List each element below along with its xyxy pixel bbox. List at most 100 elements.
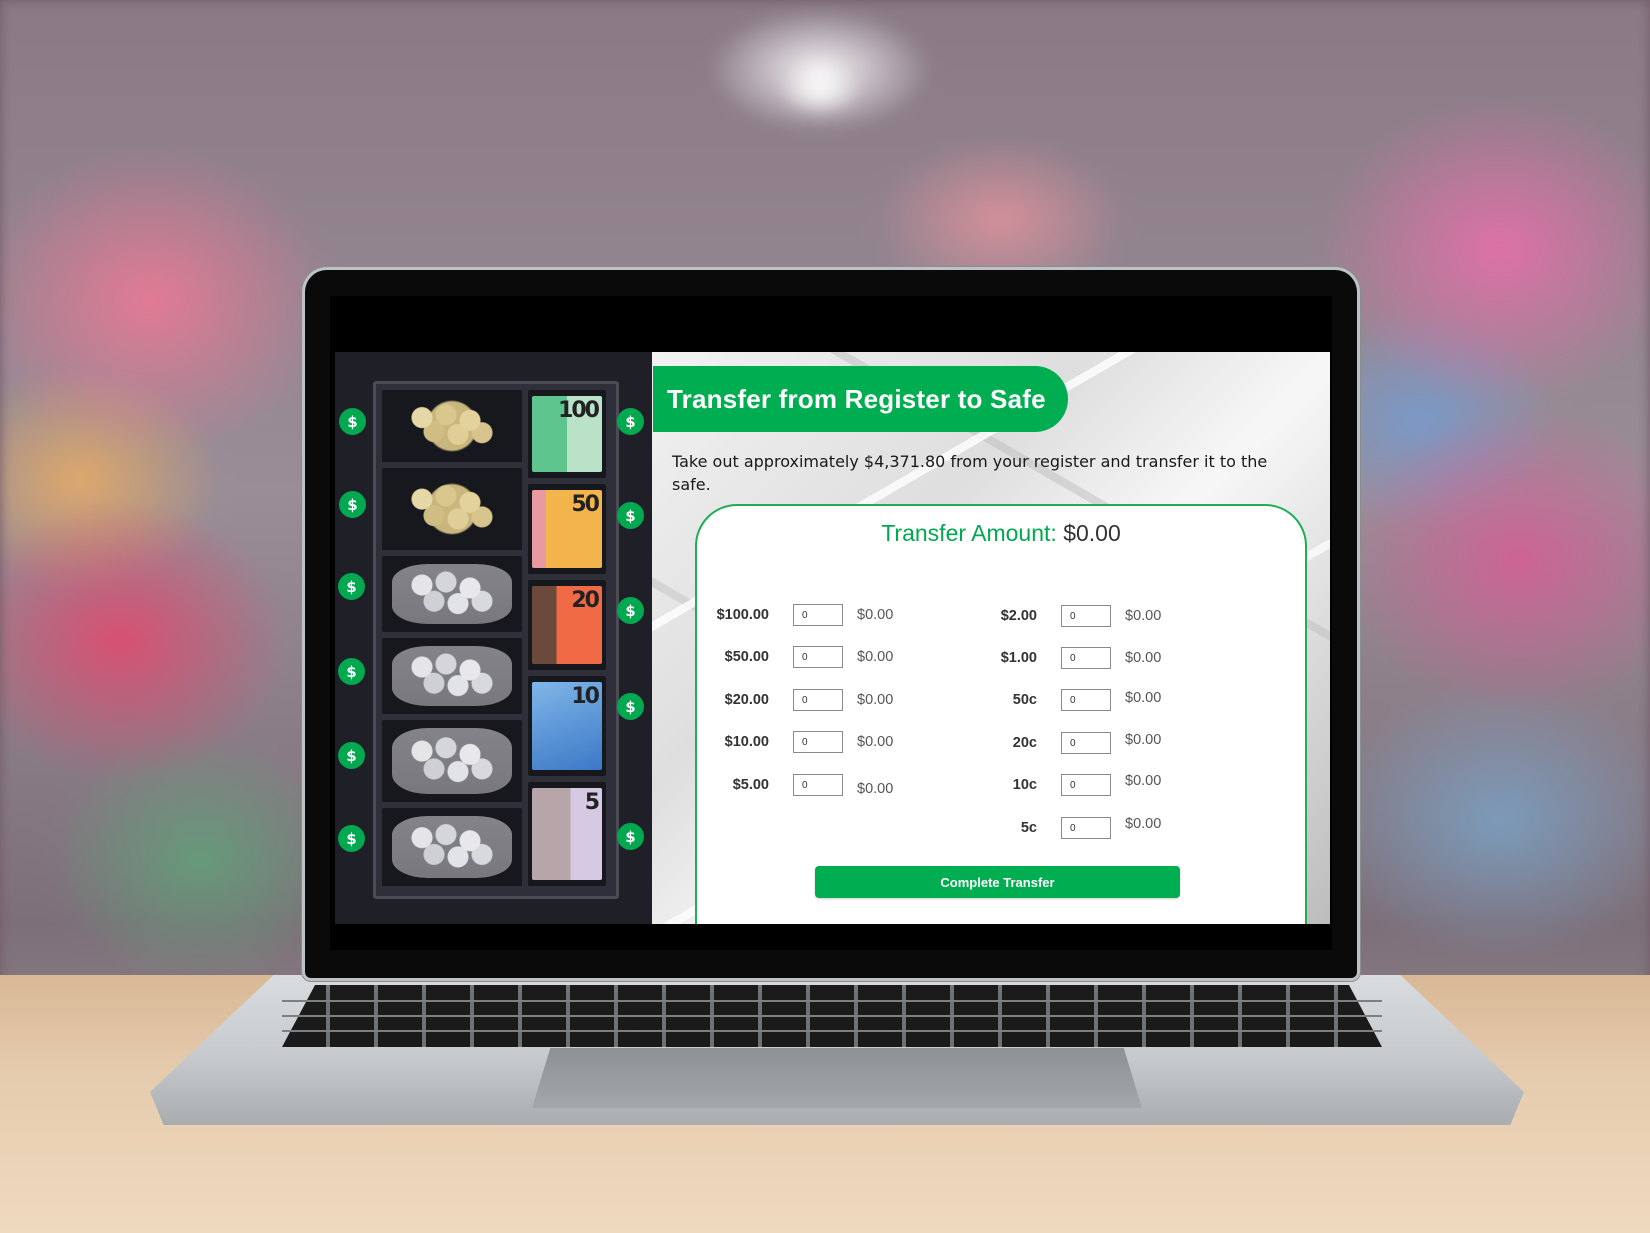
dollar-icon: $ xyxy=(625,601,636,620)
dollar-icon: $ xyxy=(625,506,636,525)
keyboard-row-divider xyxy=(282,1015,1382,1017)
app-window: 100 50 20 10 5 $ $ $ $ $ $ $ $ $ $ $ Tra… xyxy=(335,352,1330,924)
denomination-label: $5.00 xyxy=(732,777,769,793)
quantity-input-10c[interactable] xyxy=(1061,774,1111,796)
denomination-subtotal: $0.00 xyxy=(1125,650,1162,666)
coin-pile xyxy=(392,646,512,706)
denomination-subtotal: $0.00 xyxy=(857,692,894,708)
quantity-input-20c[interactable] xyxy=(1061,732,1111,754)
add-coin-50c-button[interactable]: $ xyxy=(338,573,365,600)
dollar-icon: $ xyxy=(625,412,636,431)
complete-transfer-button[interactable]: Complete Transfer xyxy=(815,866,1180,898)
dollar-icon: $ xyxy=(347,495,358,514)
add-coin-20c-button[interactable]: $ xyxy=(338,658,365,685)
add-coin-10c-button[interactable]: $ xyxy=(338,742,365,769)
quantity-input-5[interactable] xyxy=(793,774,843,796)
coin-slot-50c[interactable] xyxy=(382,556,522,632)
denomination-subtotal: $0.00 xyxy=(1125,816,1162,832)
denomination-subtotal: $0.00 xyxy=(1125,732,1162,748)
transfer-amount-value: $0.00 xyxy=(1063,520,1121,546)
denomination-row-2-dollar: $2.00 $0.00 xyxy=(967,603,1161,629)
denomination-row-1-dollar: $1.00 $0.00 xyxy=(967,645,1161,671)
quantity-input-10[interactable] xyxy=(793,731,843,753)
denomination-label: $20.00 xyxy=(724,692,769,708)
coin-slot-10c[interactable] xyxy=(382,720,522,802)
quantity-input-2-dollar[interactable] xyxy=(1061,605,1111,627)
quantity-input-100[interactable] xyxy=(793,604,843,626)
denomination-label: 5c xyxy=(1020,820,1037,836)
note-slot-100[interactable]: 100 xyxy=(528,390,606,478)
coin-pile xyxy=(392,564,512,624)
denomination-subtotal: $0.00 xyxy=(1125,608,1162,624)
denomination-row-10: $10.00 $0.00 xyxy=(699,729,893,755)
banknote-10: 10 xyxy=(532,682,602,770)
add-note-50-button[interactable]: $ xyxy=(617,502,644,529)
quantity-input-1-dollar[interactable] xyxy=(1061,647,1111,669)
transfer-card: Transfer Amount: $0.00 $100.00 $0.00 $50… xyxy=(695,504,1307,924)
denomination-row-5: $5.00 $0.00 xyxy=(699,772,893,798)
cash-drawer: 100 50 20 10 5 xyxy=(373,381,619,899)
transfer-amount-heading: Transfer Amount: $0.00 xyxy=(697,520,1305,547)
banknote-value: 10 xyxy=(571,684,600,709)
add-coin-1-dollar-button[interactable]: $ xyxy=(339,491,366,518)
transfer-amount-label: Transfer Amount: xyxy=(881,520,1057,546)
instruction-text: Take out approximately $4,371.80 from yo… xyxy=(672,452,1268,494)
laptop-trackpad xyxy=(532,1048,1142,1108)
denomination-label: $10.00 xyxy=(724,734,769,750)
denomination-subtotal: $0.00 xyxy=(1125,773,1162,789)
coin-slot-20c[interactable] xyxy=(382,638,522,714)
dollar-icon: $ xyxy=(346,662,357,681)
denomination-subtotal: $0.00 xyxy=(1125,690,1162,706)
denomination-label: $100.00 xyxy=(716,607,769,623)
denomination-subtotal: $0.00 xyxy=(857,607,894,623)
quantity-input-50[interactable] xyxy=(793,646,843,668)
dollar-icon: $ xyxy=(346,746,357,765)
denomination-row-20c: 20c $0.00 xyxy=(967,730,1161,756)
add-note-5-button[interactable]: $ xyxy=(617,823,644,850)
denomination-row-50c: 50c $0.00 xyxy=(967,687,1161,713)
note-slot-10[interactable]: 10 xyxy=(528,676,606,776)
dollar-icon: $ xyxy=(625,697,636,716)
dollar-icon: $ xyxy=(346,829,357,848)
denomination-label: 50c xyxy=(1012,692,1037,708)
add-coin-5c-button[interactable]: $ xyxy=(338,825,365,852)
coin-pile xyxy=(392,728,512,794)
note-slot-20[interactable]: 20 xyxy=(528,580,606,670)
cash-drawer-panel: 100 50 20 10 5 $ $ $ $ $ $ $ $ $ $ $ xyxy=(335,352,652,924)
coin-slot-1-dollar[interactable] xyxy=(382,468,522,550)
coin-pile xyxy=(392,816,512,878)
banknote-50: 50 xyxy=(532,490,602,568)
denomination-subtotal: $0.00 xyxy=(857,781,894,797)
dollar-icon: $ xyxy=(347,412,358,431)
banknote-value: 5 xyxy=(584,790,600,815)
denomination-label: 20c xyxy=(1012,735,1037,751)
transfer-panel: Transfer from Register to Safe Take out … xyxy=(652,352,1330,924)
page-title-banner: Transfer from Register to Safe xyxy=(653,366,1068,432)
dollar-icon: $ xyxy=(625,827,636,846)
banknote-value: 100 xyxy=(558,398,600,423)
quantity-input-5c[interactable] xyxy=(1061,817,1111,839)
add-coin-2-dollar-button[interactable]: $ xyxy=(339,408,366,435)
denomination-label: $50.00 xyxy=(724,649,769,665)
banknote-100: 100 xyxy=(532,396,602,472)
add-note-10-button[interactable]: $ xyxy=(617,693,644,720)
note-slot-50[interactable]: 50 xyxy=(528,484,606,574)
page-title: Transfer from Register to Safe xyxy=(667,383,1046,414)
denomination-subtotal: $0.00 xyxy=(857,734,894,750)
denomination-row-20: $20.00 $0.00 xyxy=(699,687,893,713)
keyboard-row-divider xyxy=(282,1000,1382,1002)
quantity-input-20[interactable] xyxy=(793,689,843,711)
banknote-5: 5 xyxy=(532,788,602,880)
dollar-icon: $ xyxy=(346,577,357,596)
banknote-value: 50 xyxy=(571,492,600,517)
coin-slot-5c[interactable] xyxy=(382,808,522,886)
note-slot-5[interactable]: 5 xyxy=(528,782,606,886)
denomination-label: 10c xyxy=(1012,777,1037,793)
denomination-subtotal: $0.00 xyxy=(857,649,894,665)
denomination-row-10c: 10c $0.00 xyxy=(967,772,1161,798)
banknote-value: 20 xyxy=(571,588,600,613)
add-note-100-button[interactable]: $ xyxy=(617,408,644,435)
add-note-20-button[interactable]: $ xyxy=(617,597,644,624)
quantity-input-50c[interactable] xyxy=(1061,689,1111,711)
coin-slot-2-dollar[interactable] xyxy=(382,390,522,462)
